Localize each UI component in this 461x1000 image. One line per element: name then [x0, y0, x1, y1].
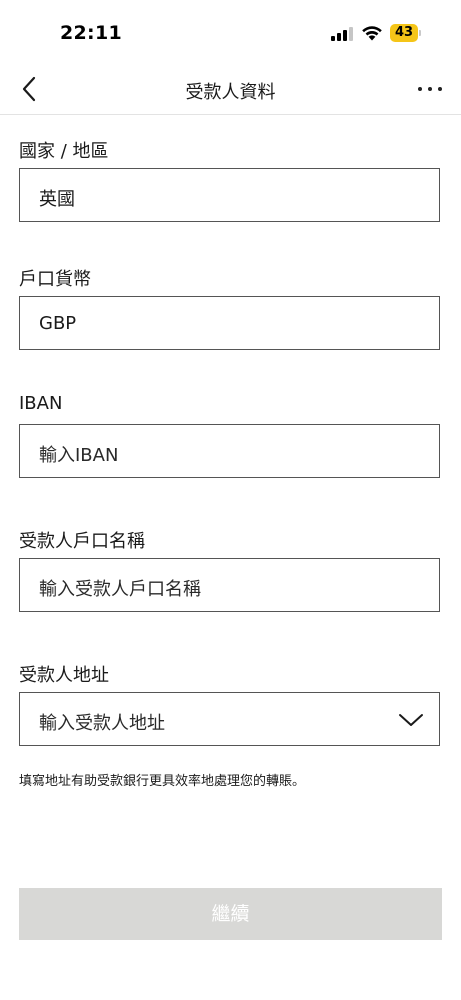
status-time: 22:11 [60, 22, 122, 44]
country-label: 國家 / 地區 [19, 141, 109, 162]
continue-button[interactable]: 繼續 [19, 888, 442, 940]
address-label: 受款人地址 [19, 665, 109, 686]
chevron-down-icon [399, 714, 423, 726]
currency-field[interactable]: GBP [19, 296, 440, 350]
status-bar: 22:11 43 [0, 0, 461, 64]
currency-value: GBP [39, 313, 77, 334]
iban-input[interactable]: 輸入IBAN [19, 424, 440, 478]
address-helper-text: 填寫地址有助受款銀行更具效率地處理您的轉賬。 [19, 774, 306, 789]
cellular-signal-icon [331, 27, 355, 41]
navigation-header: 受款人資料 [0, 64, 461, 115]
account-name-input[interactable]: 輸入受款人戶口名稱 [19, 558, 440, 612]
iban-label: IBAN [19, 393, 63, 414]
address-placeholder: 輸入受款人地址 [39, 713, 165, 734]
address-select[interactable]: 輸入受款人地址 [19, 692, 440, 746]
country-value: 英國 [39, 189, 75, 210]
battery-icon: 43 [390, 24, 422, 42]
iban-placeholder: 輸入IBAN [39, 445, 119, 466]
country-field[interactable]: 英國 [19, 168, 440, 222]
page-title: 受款人資料 [185, 82, 276, 103]
wifi-icon [362, 26, 382, 41]
account-name-label: 受款人戶口名稱 [19, 531, 145, 552]
currency-label: 戶口貨幣 [19, 269, 91, 290]
more-options-button[interactable] [410, 76, 450, 102]
account-name-placeholder: 輸入受款人戶口名稱 [39, 579, 201, 600]
battery-level: 43 [390, 24, 418, 42]
